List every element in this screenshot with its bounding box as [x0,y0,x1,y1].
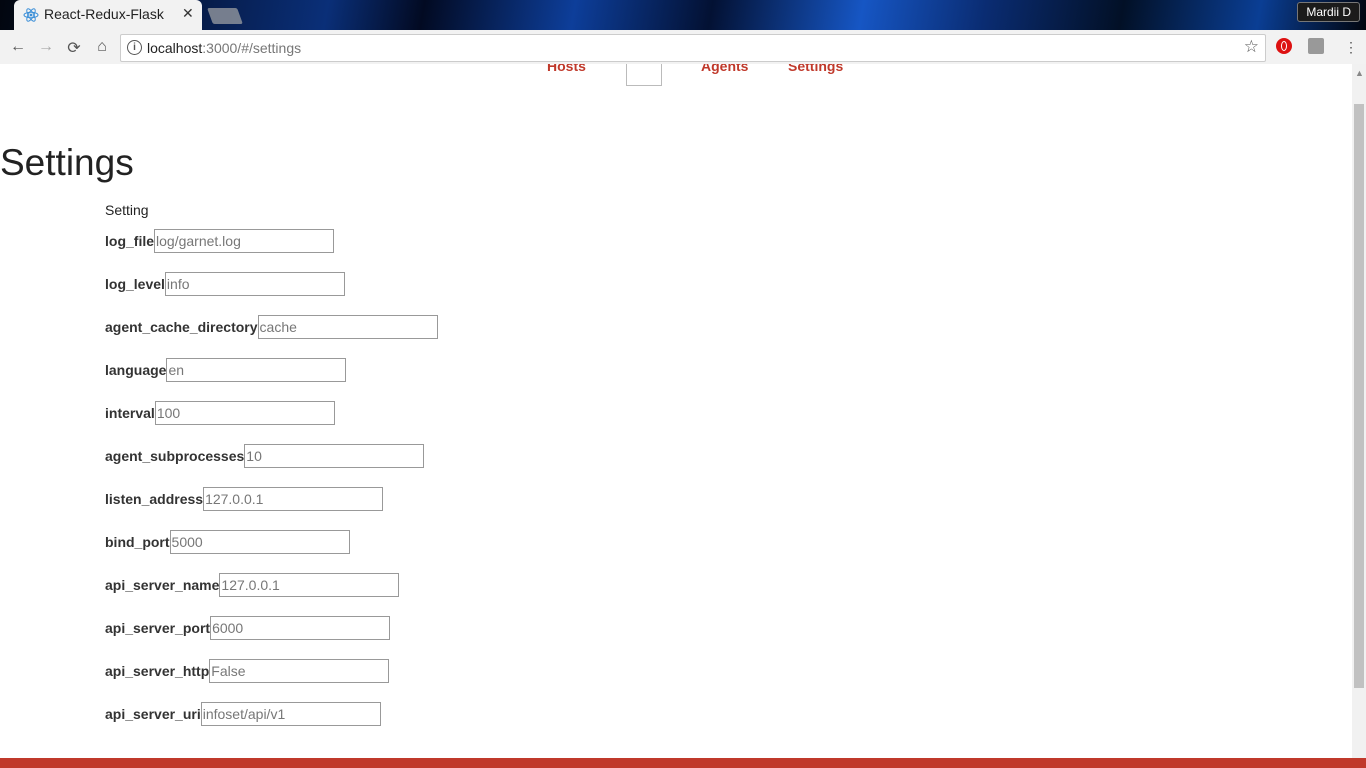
back-arrow-icon[interactable]: ← [8,38,28,56]
nav-logo-box[interactable] [626,64,662,86]
browser-toolbar: ← → ⟳ ⌂ i localhost:3000/#/settings ☆ ⋮ [0,30,1366,64]
reload-icon[interactable]: ⟳ [64,38,84,58]
setting-row-agent-cache-directory: agent_cache_directory [105,314,438,340]
profile-button[interactable]: Mardii D [1297,2,1360,22]
setting-label: listen_address [105,491,204,507]
extension-icon[interactable] [1308,38,1324,54]
footer-bar [0,758,1366,768]
site-info-icon[interactable]: i [127,40,142,55]
setting-label: language [105,362,167,378]
setting-row-language: language [105,357,347,383]
setting-label: interval [105,405,155,421]
setting-row-api-server-name: api_server_name [105,572,400,598]
new-tab-button[interactable] [207,8,243,24]
setting-label: agent_subprocesses [105,448,245,464]
setting-input-agent-subprocesses[interactable] [244,444,425,468]
nav-link-settings[interactable]: Settings [788,64,843,74]
vertical-scrollbar[interactable]: ▲ [1352,64,1366,768]
nav-link-agents[interactable]: Agents [701,64,748,74]
setting-label: api_server_http [105,663,210,679]
home-icon[interactable]: ⌂ [92,38,112,56]
setting-label: agent_cache_directory [105,319,258,335]
setting-row-interval: interval [105,400,335,426]
browser-tab[interactable]: React-Redux-Flask ✕ [14,0,202,30]
react-icon [23,8,39,22]
setting-input-api-server-http[interactable] [209,659,390,683]
setting-input-log-file[interactable] [154,229,335,253]
nav-link-hosts[interactable]: Hosts [547,64,586,74]
scrollbar-thumb[interactable] [1354,104,1364,688]
url-host: localhost [147,40,203,56]
page-title: Settings [0,142,134,183]
setting-input-bind-port[interactable] [169,530,350,554]
setting-input-language[interactable] [166,358,347,382]
setting-label: api_server_name [105,577,220,593]
tab-title: React-Redux-Flask [44,6,164,22]
setting-input-api-server-uri[interactable] [200,702,381,726]
setting-label: api_server_port [105,620,211,636]
setting-label: log_level [105,276,165,292]
opera-extension-icon[interactable] [1276,38,1292,54]
page-content: Hosts Agents Settings Settings Setting l… [0,64,1352,768]
close-tab-icon[interactable]: ✕ [182,5,194,22]
url-path: :3000/#/settings [202,40,302,56]
setting-row-api-server-http: api_server_http [105,658,390,684]
section-label: Setting [105,202,149,218]
browser-menu-icon[interactable]: ⋮ [1344,39,1358,56]
setting-label: bind_port [105,534,170,550]
setting-row-api-server-uri: api_server_uri [105,701,381,727]
setting-input-interval[interactable] [154,401,335,425]
setting-input-listen-address[interactable] [203,487,384,511]
forward-arrow-icon[interactable]: → [36,38,56,56]
bookmark-star-icon[interactable]: ☆ [1244,37,1259,57]
setting-label: api_server_uri [105,706,201,722]
setting-input-api-server-name[interactable] [219,573,400,597]
setting-row-api-server-port: api_server_port [105,615,391,641]
setting-input-agent-cache-directory[interactable] [257,315,438,339]
setting-row-agent-subprocesses: agent_subprocesses [105,443,425,469]
setting-input-api-server-port[interactable] [210,616,391,640]
setting-label: log_file [105,233,155,249]
address-bar[interactable]: i localhost:3000/#/settings ☆ [120,34,1266,62]
setting-row-bind-port: bind_port [105,529,350,555]
setting-row-log-file: log_file [105,228,335,254]
browser-tab-strip: React-Redux-Flask ✕ Mardii D [0,0,1366,30]
setting-row-listen-address: listen_address [105,486,384,512]
setting-input-log-level[interactable] [164,272,345,296]
setting-row-log-level: log_level [105,271,345,297]
scroll-up-arrow-icon[interactable]: ▲ [1355,68,1364,78]
